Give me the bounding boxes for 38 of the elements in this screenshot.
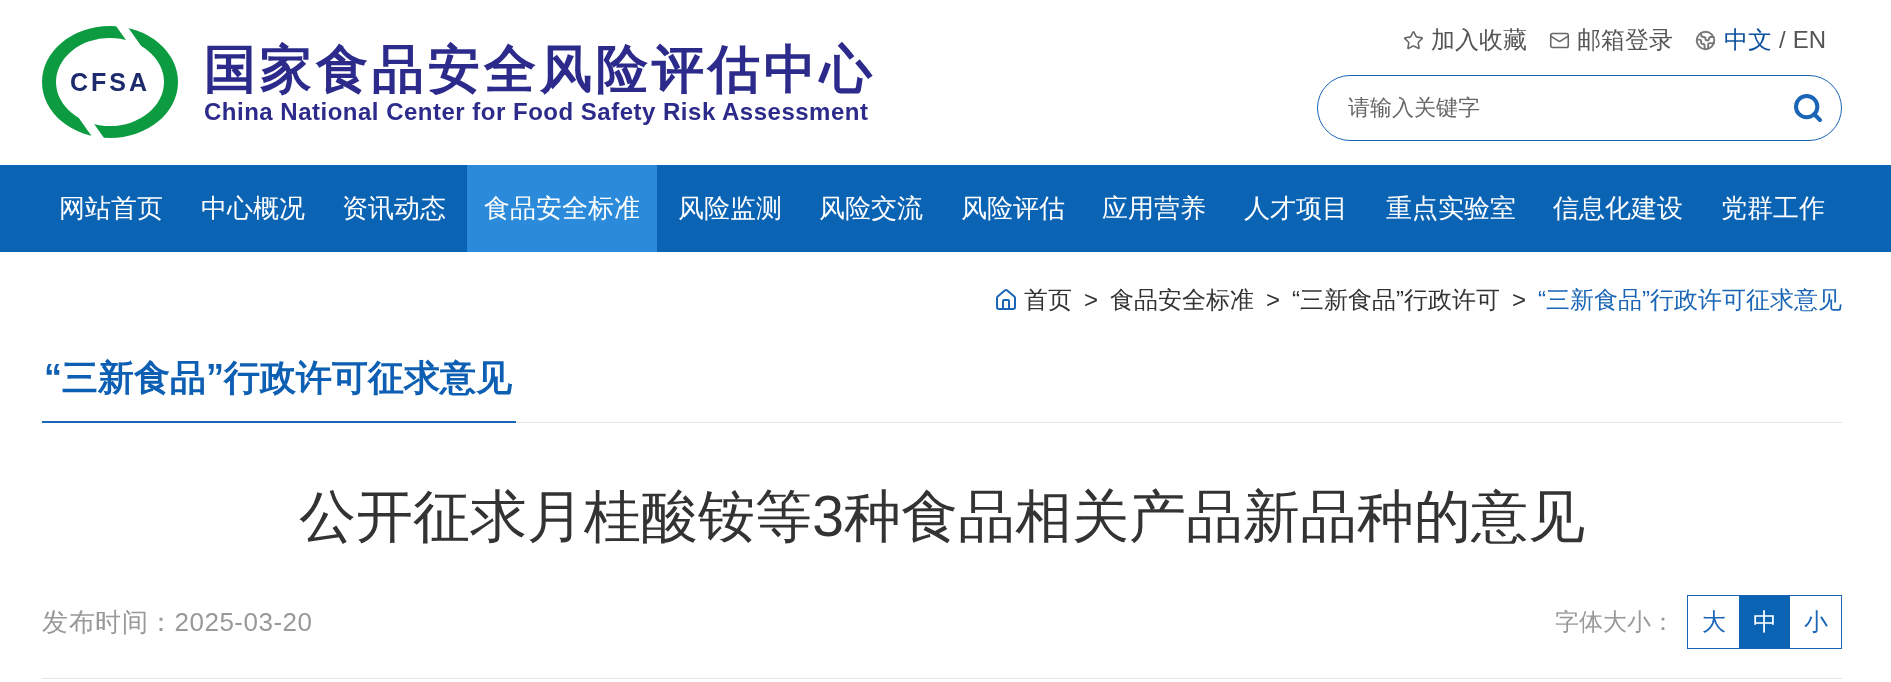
breadcrumb-link[interactable]: “三新食品”行政许可征求意见: [1538, 282, 1842, 318]
favorite-link[interactable]: 加入收藏: [1403, 22, 1527, 58]
nav-item[interactable]: 应用营养: [1085, 165, 1224, 252]
site-title: 国家食品安全风险评估中心: [204, 40, 876, 98]
breadcrumb-separator: >: [1084, 285, 1098, 315]
globe-icon: [1695, 29, 1716, 51]
breadcrumb-link[interactable]: 食品安全标准: [1110, 282, 1254, 318]
language-separator: /: [1779, 25, 1786, 55]
breadcrumb-separator: >: [1266, 285, 1280, 315]
star-icon: [1403, 29, 1424, 51]
nav-item[interactable]: 风险评估: [943, 165, 1082, 252]
nav-item[interactable]: 人才项目: [1227, 165, 1365, 252]
nav-item[interactable]: 重点实验室: [1368, 165, 1533, 252]
article-title: 公开征求月桂酸铵等3种食品相关产品新品种的意见: [298, 483, 1586, 550]
section-title: “三新食品”行政许可征求意见: [42, 348, 516, 423]
nav-item[interactable]: 党群工作: [1703, 165, 1842, 252]
logo-ring-icon: [42, 26, 178, 138]
mail-login-link[interactable]: 邮箱登录: [1549, 22, 1673, 58]
nav-item[interactable]: 信息化建设: [1536, 165, 1701, 252]
nav-item[interactable]: 风险监测: [660, 165, 799, 252]
nav-item[interactable]: 食品安全标准: [466, 165, 657, 252]
breadcrumb-link[interactable]: 首页: [1024, 282, 1072, 318]
font-size-label: 字体大小：: [1555, 607, 1675, 637]
nav-item[interactable]: 资讯动态: [325, 165, 464, 252]
search-field[interactable]: 请输入关键字: [1317, 75, 1842, 141]
home-icon: [994, 288, 1018, 312]
breadcrumb-separator: >: [1512, 285, 1526, 315]
font-size-option[interactable]: 中: [1739, 596, 1790, 648]
publish-date: 发布时间：2025-03-20: [42, 605, 313, 639]
language-link[interactable]: EN: [1792, 22, 1826, 58]
nav-item[interactable]: 中心概况: [183, 165, 322, 252]
search-icon: [1792, 92, 1824, 124]
nav-item[interactable]: 网站首页: [42, 165, 180, 252]
breadcrumb-link[interactable]: “三新食品”行政许可: [1292, 282, 1500, 318]
logo-badge-text: CFSA: [69, 68, 151, 96]
nav-item[interactable]: 风险交流: [802, 165, 941, 252]
site-subtitle: China National Center for Food Safety Risk Assessment: [204, 98, 870, 126]
language-link[interactable]: 中文: [1724, 22, 1772, 58]
